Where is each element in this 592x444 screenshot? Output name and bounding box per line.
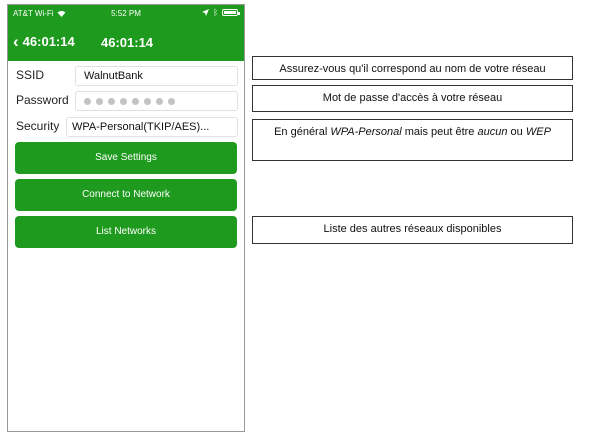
connect-to-network-button[interactable]: Connect to Network [15, 179, 237, 211]
security-note-none: aucun [477, 126, 508, 138]
status-bar: AT&T Wi-Fi 5:52 PM ᛒ [8, 5, 244, 23]
password-dot [84, 97, 91, 105]
location-icon [202, 9, 210, 16]
security-label: Security [16, 119, 60, 133]
security-row: Security WPA-Personal(TKIP/AES)... [8, 117, 244, 141]
status-right: ᛒ [202, 8, 240, 17]
password-field[interactable] [75, 91, 238, 111]
password-mask [84, 92, 237, 110]
ssid-row: SSID WalnutBank [8, 66, 244, 90]
ssid-field[interactable]: WalnutBank [75, 66, 238, 86]
bluetooth-icon: ᛒ [213, 8, 218, 17]
password-dot [144, 97, 151, 105]
list-annotation: Liste des autres réseaux disponibles [252, 216, 573, 244]
password-dot [168, 97, 175, 105]
password-label: Password [16, 93, 69, 107]
password-dot [120, 97, 127, 105]
password-annotation: Mot de passe d'accès à votre réseau [252, 85, 573, 112]
ssid-annotation: Assurez-vous qu'il correspond au nom de … [252, 56, 573, 80]
back-label: 46:01:14 [22, 34, 75, 49]
ssid-label: SSID [16, 68, 45, 82]
password-row: Password [8, 91, 244, 115]
security-note-text: mais peut être [401, 126, 478, 138]
page-title: 46:01:14 [101, 35, 154, 50]
password-dot [132, 97, 139, 105]
phone-screen: AT&T Wi-Fi 5:52 PM ᛒ ‹ 46:01:14 46:01:14… [7, 4, 245, 432]
password-dot [156, 97, 163, 105]
security-annotation: En général WPA-Personal mais peut être a… [252, 119, 573, 161]
save-settings-button[interactable]: Save Settings [15, 142, 237, 174]
list-networks-button[interactable]: List Networks [15, 216, 237, 248]
security-note-text: ou [507, 126, 526, 138]
security-note-wpa: WPA-Personal [330, 126, 402, 138]
nav-bar: ‹ 46:01:14 46:01:14 [8, 23, 244, 61]
security-note-wep: WEP [525, 126, 551, 138]
password-dot [96, 97, 103, 105]
battery-icon [222, 9, 240, 16]
password-dot [108, 97, 115, 105]
chevron-left-icon: ‹ [13, 31, 19, 51]
security-select[interactable]: WPA-Personal(TKIP/AES)... [66, 117, 238, 137]
security-note-text: En général [274, 126, 331, 138]
back-button[interactable]: ‹ 46:01:14 [13, 31, 75, 51]
